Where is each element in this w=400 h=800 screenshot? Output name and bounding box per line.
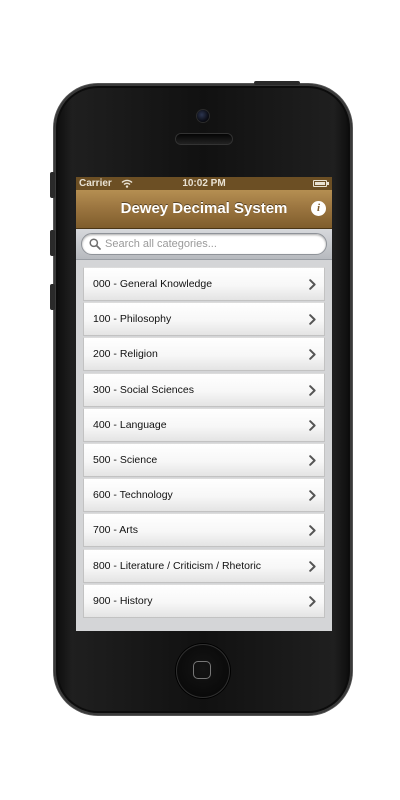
chevron-right-icon (309, 349, 316, 361)
category-label: 800 - Literature / Criticism / Rhetoric (93, 559, 262, 572)
search-icon (89, 238, 101, 250)
chevron-right-icon (309, 279, 316, 290)
chevron-right-icon (309, 595, 316, 607)
category-label: 600 - Technology (93, 489, 173, 502)
chevron-right-icon (309, 455, 316, 466)
mute-switch (50, 172, 55, 198)
category-label: 500 - Science (93, 453, 158, 466)
volume-up-button (50, 230, 55, 256)
chevron-right-icon (309, 419, 316, 431)
front-camera (197, 110, 209, 122)
chevron-right-icon (309, 560, 316, 572)
category-row[interactable]: 700 - Arts (83, 513, 325, 548)
app-screen: Carrier 10:02 PM Dewey Decimal System i … (76, 177, 332, 631)
search-input[interactable] (105, 234, 315, 254)
category-label: 100 - Philosophy (93, 313, 172, 326)
chevron-right-icon (309, 525, 316, 537)
category-row[interactable]: 100 - Philosophy (83, 302, 325, 337)
category-row[interactable]: 600 - Technology (83, 478, 325, 513)
category-label: 300 - Social Sciences (93, 383, 194, 396)
chevron-right-icon (309, 384, 316, 396)
category-label: 200 - Religion (93, 348, 158, 361)
category-label: 000 - General Knowledge (93, 278, 213, 290)
status-bar: Carrier 10:02 PM (76, 177, 332, 190)
battery-icon (313, 180, 329, 187)
category-row[interactable]: 400 - Language (83, 407, 325, 442)
category-label: 700 - Arts (93, 524, 138, 537)
category-row[interactable]: 200 - Religion (83, 337, 325, 372)
category-row[interactable]: 300 - Social Sciences (83, 372, 325, 407)
navigation-bar: Dewey Decimal System i (76, 190, 332, 229)
category-row[interactable]: 500 - Science (83, 442, 325, 477)
volume-down-button (50, 284, 55, 310)
category-list: 000 - General Knowledge 100 - Philosophy 2… (83, 267, 325, 619)
sleep-button (254, 81, 300, 85)
category-row[interactable]: 900 - History (83, 583, 325, 618)
info-icon[interactable]: i (311, 201, 326, 216)
page-title: Dewey Decimal System (120, 200, 288, 217)
category-row[interactable]: 000 - General Knowledge (83, 267, 325, 301)
search-bar (76, 229, 332, 260)
earpiece-speaker (176, 134, 232, 144)
home-button-square-icon (193, 661, 211, 679)
search-field[interactable] (81, 233, 327, 255)
category-row[interactable]: 800 - Literature / Criticism / Rhetoric (83, 548, 325, 583)
chevron-right-icon (309, 314, 316, 325)
category-label: 900 - History (93, 594, 153, 607)
status-time: 10:02 PM (182, 178, 226, 189)
chevron-right-icon (309, 490, 316, 501)
category-label: 400 - Language (93, 418, 167, 431)
